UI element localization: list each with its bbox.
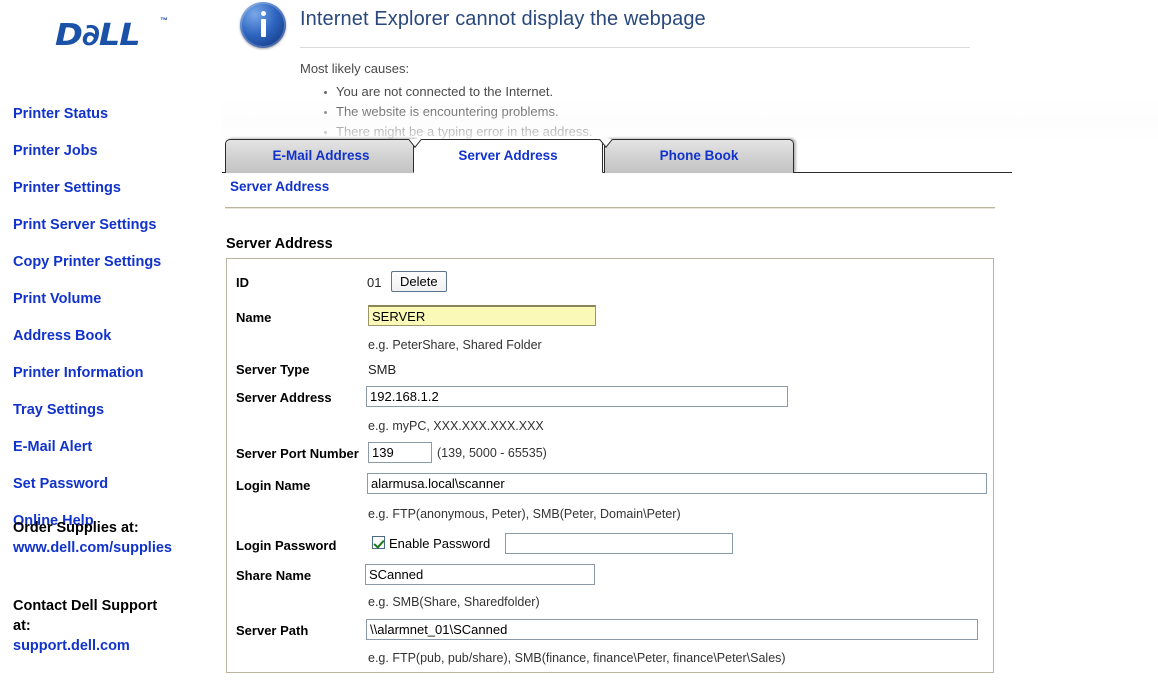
browser-error-causes-label: Most likely causes: — [300, 61, 410, 76]
id-label: ID — [236, 275, 249, 290]
login-password-input[interactable] — [505, 533, 733, 554]
share-name-label: Share Name — [236, 568, 312, 583]
sidebar-item-tray-settings[interactable]: Tray Settings — [13, 392, 221, 429]
server-path-input[interactable] — [366, 619, 978, 640]
order-supplies-link[interactable]: www.dell.com/supplies — [13, 538, 221, 558]
tab-bar: E-Mail Address Phone Book Server Address — [222, 135, 1012, 174]
sidebar-item-address-book[interactable]: Address Book — [13, 318, 221, 355]
order-supplies-text: Order Supplies at: — [13, 520, 139, 536]
enable-password-checkbox[interactable] — [372, 536, 385, 549]
sidebar-item-print-volume[interactable]: Print Volume — [13, 281, 221, 318]
login-password-label: Login Password — [236, 538, 337, 553]
tab-phone-book[interactable]: Phone Book — [604, 139, 794, 173]
contact-support-link[interactable]: support.dell.com — [13, 636, 221, 656]
sidebar-item-printer-information[interactable]: Printer Information — [13, 355, 221, 392]
tab-server-address[interactable]: Server Address — [413, 139, 603, 173]
contact-support-block: Contact Dell Support at: support.dell.co… — [13, 596, 221, 656]
sidebar-item-printer-status[interactable]: Printer Status — [13, 96, 221, 133]
share-name-input[interactable] — [365, 564, 595, 585]
sidebar: D∂LL ™ Printer Status Printer Jobs Print… — [0, 0, 222, 684]
tab-notch-right — [599, 139, 615, 152]
server-path-hint: e.g. FTP(pub, pub/share), SMB(finance, f… — [368, 651, 786, 665]
sidebar-item-set-password[interactable]: Set Password — [13, 466, 221, 503]
server-address-hint: e.g. myPC, XXX.XXX.XXX.XXX — [368, 419, 544, 433]
server-address-form: ID 01 Delete Name e.g. PeterShare, Share… — [226, 258, 994, 673]
login-name-label: Login Name — [236, 478, 311, 493]
name-input[interactable] — [368, 305, 596, 326]
share-name-hint: e.g. SMB(Share, Sharedfolder) — [368, 595, 540, 609]
delete-button[interactable]: Delete — [391, 271, 447, 292]
server-type-value: SMB — [368, 362, 397, 377]
sidebar-item-print-server-settings[interactable]: Print Server Settings — [13, 207, 221, 244]
login-name-input[interactable] — [367, 473, 987, 494]
dell-logo: D∂LL — [55, 18, 141, 53]
server-address-label: Server Address — [236, 390, 332, 405]
enable-password-label[interactable]: Enable Password — [389, 536, 490, 551]
sidebar-nav: Printer Status Printer Jobs Printer Sett… — [13, 96, 221, 540]
id-value: 01 — [367, 275, 382, 290]
order-supplies-block: Order Supplies at: www.dell.com/supplies — [13, 518, 221, 558]
contact-support-text-line2: at: — [13, 618, 31, 634]
login-name-hint: e.g. FTP(anonymous, Peter), SMB(Peter, D… — [368, 507, 681, 521]
sidebar-item-copy-printer-settings[interactable]: Copy Printer Settings — [13, 244, 221, 281]
tab-baseline-cover — [414, 171, 602, 174]
sidebar-item-email-alert[interactable]: E-Mail Alert — [13, 429, 221, 466]
contact-support-text-line1: Contact Dell Support — [13, 598, 158, 614]
trademark-symbol: ™ — [160, 16, 168, 25]
server-port-input[interactable] — [368, 442, 432, 463]
tab-notch-left — [408, 139, 424, 152]
name-label: Name — [236, 310, 272, 325]
page-root: Internet Explorer cannot display the web… — [0, 0, 1158, 684]
sidebar-item-printer-jobs[interactable]: Printer Jobs — [13, 133, 221, 170]
breadcrumb[interactable]: Server Address — [230, 179, 329, 194]
browser-error-divider — [300, 47, 970, 48]
server-port-label: Server Port Number — [236, 446, 359, 461]
server-type-label: Server Type — [236, 362, 310, 377]
browser-error-title: Internet Explorer cannot display the web… — [300, 8, 706, 30]
server-path-label: Server Path — [236, 623, 309, 638]
name-hint: e.g. PeterShare, Shared Folder — [368, 338, 542, 352]
tab-email-address[interactable]: E-Mail Address — [225, 139, 417, 173]
section-divider — [225, 207, 995, 209]
info-icon — [240, 2, 286, 48]
page-title: Server Address — [226, 236, 333, 252]
server-address-input[interactable] — [366, 386, 788, 407]
sidebar-item-printer-settings[interactable]: Printer Settings — [13, 170, 221, 207]
server-port-hint: (139, 5000 - 65535) — [437, 446, 547, 460]
